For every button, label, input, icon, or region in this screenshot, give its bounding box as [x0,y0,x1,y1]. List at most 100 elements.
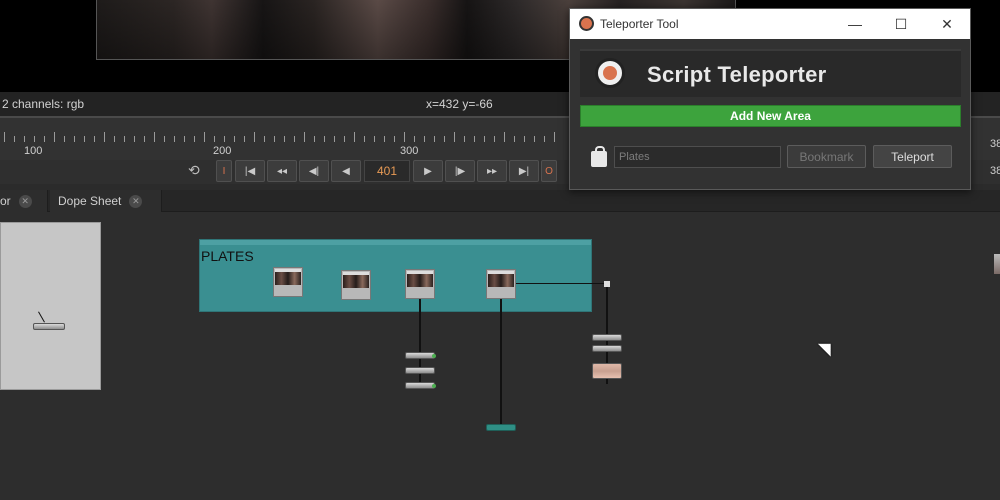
tick-label-300: 300 [400,145,419,157]
node-wire [500,299,502,424]
first-frame-button[interactable]: |◀ [235,160,265,182]
tick-label-200: 200 [213,145,232,157]
timeline-tick [404,132,405,142]
node[interactable] [592,334,622,341]
timeline-tick [174,136,175,142]
tab-node-graph[interactable]: or ✕ [0,190,48,212]
offscreen-node[interactable] [994,254,1000,274]
timeline-tick [334,136,335,142]
loop-mode-icon[interactable]: ⟲ [188,162,200,179]
teleporter-banner: Script Teleporter [580,49,961,97]
timeline-tick [414,136,415,142]
timeline-tick [324,136,325,142]
timeline-tick [284,136,285,142]
lock-icon[interactable] [591,146,607,167]
current-frame-field[interactable]: 401 [364,160,410,182]
timeline-tick [164,136,165,142]
node[interactable] [405,382,435,389]
read-thumbnail [488,271,514,287]
read-node[interactable] [273,267,303,297]
backdrop-node-grey[interactable] [0,222,101,390]
step-back-button[interactable]: ◀| [299,160,329,182]
teleport-button[interactable]: Teleport [873,145,952,168]
timeline-right-value: 38 [990,138,1000,150]
close-tab-icon[interactable]: ✕ [129,194,143,208]
play-backward-icon: ◀ [342,165,350,177]
timeline-tick [234,136,235,142]
node-wire [516,283,607,284]
timeline-tick [104,132,105,142]
node[interactable] [592,345,622,352]
skip-start-icon: |◀ [244,165,256,177]
timeline-tick [274,136,275,142]
next-keyframe-button[interactable]: ▸▸ [477,160,507,182]
timeline-tick [84,136,85,142]
timeline-tick [34,136,35,142]
write-node[interactable] [486,424,516,431]
tab-label: Dope Sheet [58,194,122,208]
timeline-tick [184,136,185,142]
timeline-tick [344,136,345,142]
prev-keyframe-button[interactable]: ◂◂ [267,160,297,182]
next-key-icon: ▸▸ [486,165,498,177]
timeline-tick [44,136,45,142]
timeline-tick [124,136,125,142]
maximize-button[interactable]: ☐ [878,9,924,39]
step-forward-button[interactable]: |▶ [445,160,475,182]
add-new-area-button[interactable]: Add New Area [580,105,961,127]
dot-node[interactable] [604,281,610,287]
minimize-icon: — [848,16,862,32]
tab-dope-sheet[interactable]: Dope Sheet ✕ [50,190,162,212]
maximize-icon: ☐ [894,15,908,32]
timeline-tick [394,136,395,142]
timeline-tick [554,132,555,142]
node[interactable] [405,352,435,359]
read-node[interactable] [486,269,516,299]
merge-node[interactable] [592,363,622,379]
play-forward-button[interactable]: ▶ [413,160,443,182]
window-title: Teleporter Tool [600,17,679,31]
bookmark-button[interactable]: Bookmark [787,145,866,168]
skip-end-icon: ▶| [518,165,530,177]
area-name-input[interactable] [614,146,781,168]
timeline-tick [24,136,25,142]
out-point-button[interactable]: O [541,160,557,182]
timeline-tick [444,136,445,142]
step-forward-icon: |▶ [454,165,466,177]
close-tab-icon[interactable]: ✕ [18,194,32,208]
last-frame-button[interactable]: ▶| [509,160,539,182]
node[interactable] [33,323,65,330]
timeline-tick [244,136,245,142]
timeline-tick [544,136,545,142]
close-icon: ✕ [941,15,953,32]
window-titlebar[interactable]: Teleporter Tool — ☐ ✕ [570,9,970,39]
backdrop-node-plates[interactable]: PLATES [199,239,592,312]
node-graph[interactable]: PLATES [0,212,1000,500]
play-icon: ▶ [424,165,432,177]
in-point-button[interactable]: I [216,160,232,182]
timeline-tick [194,136,195,142]
timeline-tick [304,132,305,142]
read-thumbnail [407,271,433,287]
timeline-tick [14,136,15,142]
nuke-logo-icon [595,58,625,88]
read-node[interactable] [341,270,371,300]
timeline-tick [484,136,485,142]
node[interactable] [405,367,435,374]
node-indicator-dot [432,354,436,358]
minimize-button[interactable]: — [832,9,878,39]
timeline-tick [134,136,135,142]
timeline-tick [364,136,365,142]
play-backward-button[interactable]: ◀ [331,160,361,182]
nuke-app-icon [579,16,594,31]
timeline-tick [474,136,475,142]
timeline-tick [434,136,435,142]
timeline-tick [534,136,535,142]
timeline-tick [214,136,215,142]
close-button[interactable]: ✕ [924,9,970,39]
panel-tab-bar: or ✕ Dope Sheet ✕ [0,190,1000,212]
cursor-coordinates: x=432 y=-66 [426,97,493,111]
read-node[interactable] [405,269,435,299]
read-thumbnail [275,269,301,285]
backdrop-header [200,240,591,245]
